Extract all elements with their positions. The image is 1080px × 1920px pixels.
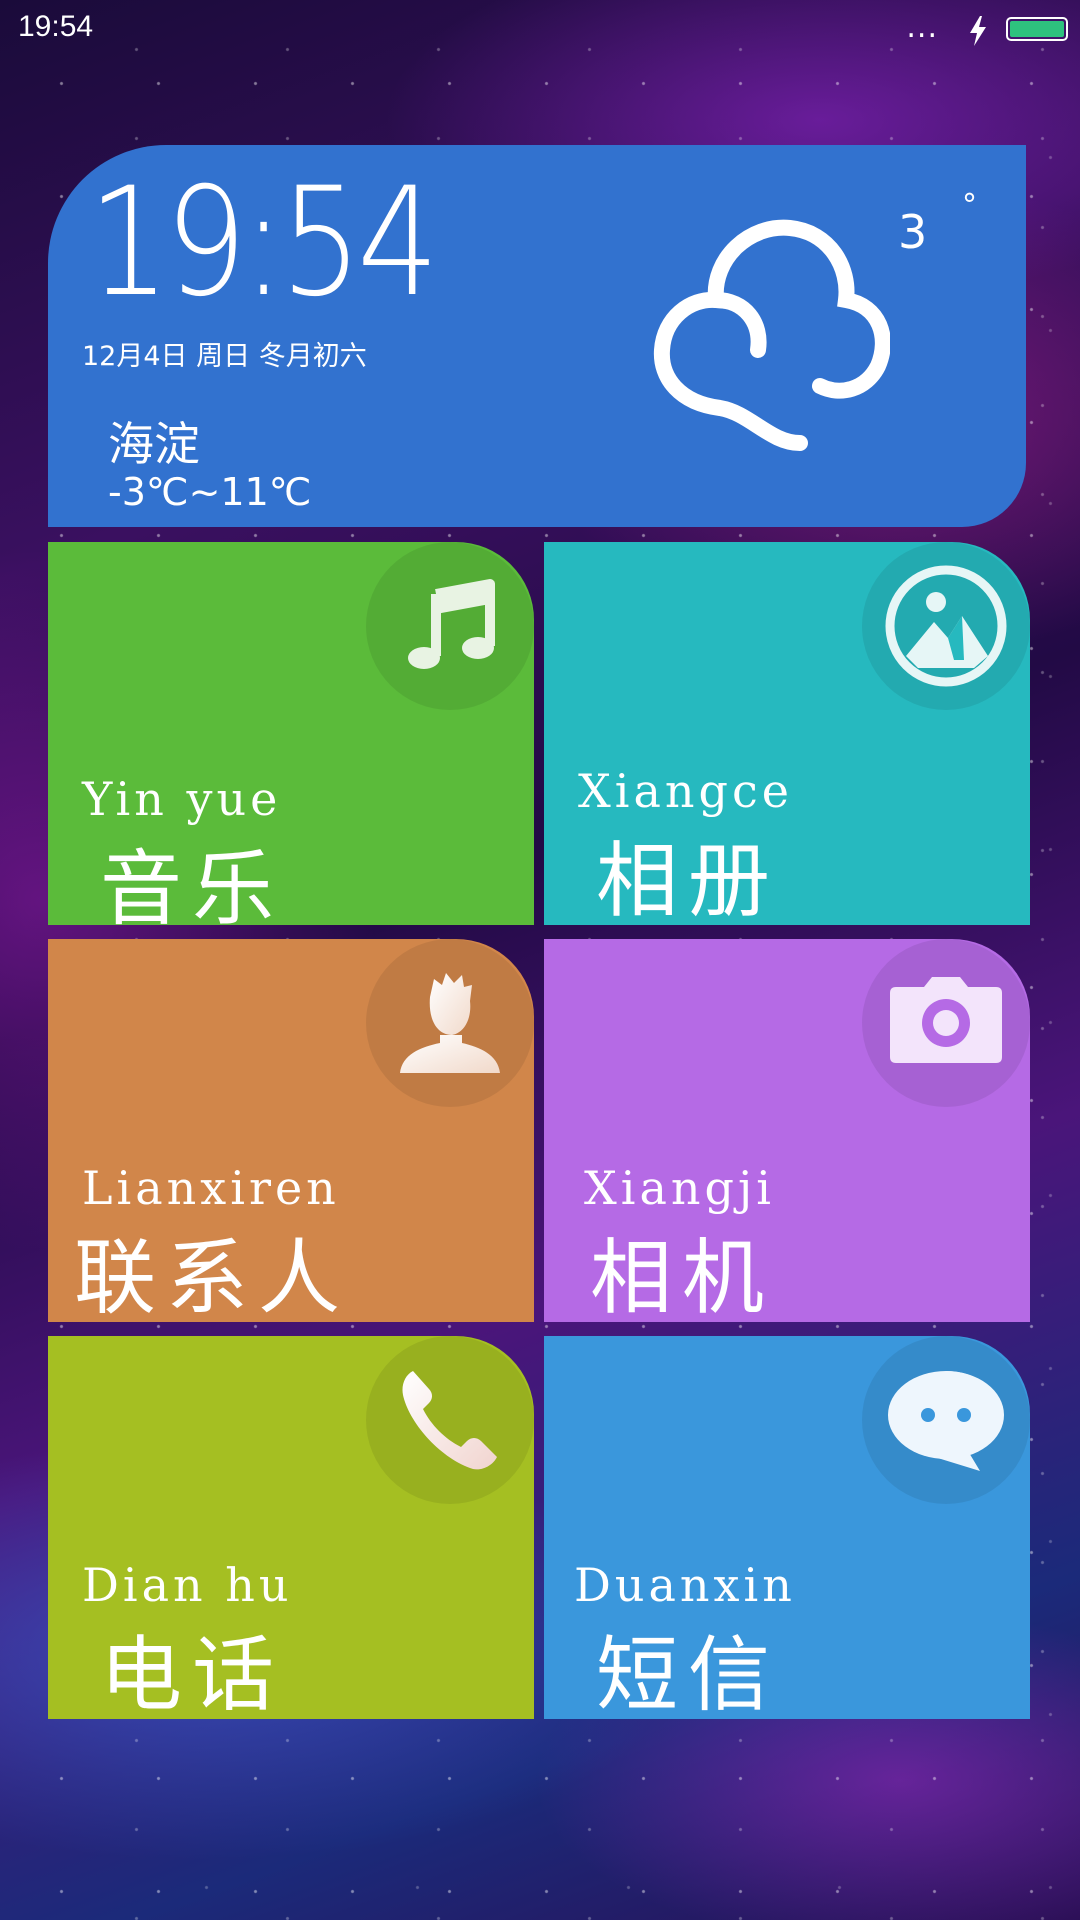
cloud-icon — [653, 219, 890, 451]
status-bar: 19:54 ... — [0, 0, 1080, 60]
more-indicator-icon: ... — [906, 10, 938, 45]
tile-pinyin: Dian hu — [82, 1558, 293, 1612]
contact-icon-badge — [366, 939, 534, 1107]
tile-label: 短信 — [596, 1628, 781, 1719]
battery-icon — [1006, 17, 1068, 41]
phone-icon — [402, 1371, 497, 1470]
message-icon-badge — [862, 1336, 1030, 1504]
date-label: 12月4日 周日 冬月初六 — [82, 341, 367, 372]
phone-icon-badge — [366, 1336, 534, 1504]
tile-pinyin: Duanxin — [574, 1558, 796, 1612]
tile-pinyin: Lianxiren — [82, 1161, 340, 1215]
charging-icon — [970, 16, 986, 46]
degree-symbol: ° — [962, 188, 977, 223]
clock-time: 19:54 — [88, 156, 439, 330]
message-icon — [888, 1371, 1004, 1471]
battery-level — [1010, 21, 1064, 37]
tile-pinyin: Yin yue — [82, 772, 282, 826]
temperature-range: -3℃~11℃ — [108, 470, 312, 514]
tile-label: 电话 — [100, 1628, 285, 1719]
app-tile-phone[interactable]: Dian hu 电话 — [48, 1336, 534, 1719]
camera-icon-badge — [862, 939, 1030, 1107]
city-name: 海淀 — [108, 417, 200, 471]
tile-pinyin: Xiangce — [578, 764, 793, 818]
music-icon-badge — [366, 542, 534, 710]
tile-label: 音乐 — [100, 842, 285, 925]
app-tile-music[interactable]: Yin yue 音乐 — [48, 542, 534, 925]
app-tile-contacts[interactable]: Lianxiren 联系人 — [48, 939, 534, 1322]
tile-label: 相机 — [590, 1231, 775, 1322]
tile-label: 相册 — [596, 834, 781, 925]
contact-icon — [400, 973, 500, 1073]
current-temperature: 3 — [898, 205, 928, 259]
tile-pinyin: Xiangji — [584, 1161, 775, 1215]
app-tile-messages[interactable]: Duanxin 短信 — [544, 1336, 1030, 1719]
gallery-icon-badge — [862, 542, 1030, 710]
app-tile-gallery[interactable]: Xiangce 相册 — [544, 542, 1030, 925]
app-tile-camera[interactable]: Xiangji 相机 — [544, 939, 1030, 1322]
tile-label: 联系人 — [74, 1231, 351, 1322]
music-note-icon — [408, 579, 495, 669]
gallery-icon — [885, 565, 1007, 687]
camera-icon — [890, 977, 1002, 1063]
status-time: 19:54 — [18, 10, 94, 43]
